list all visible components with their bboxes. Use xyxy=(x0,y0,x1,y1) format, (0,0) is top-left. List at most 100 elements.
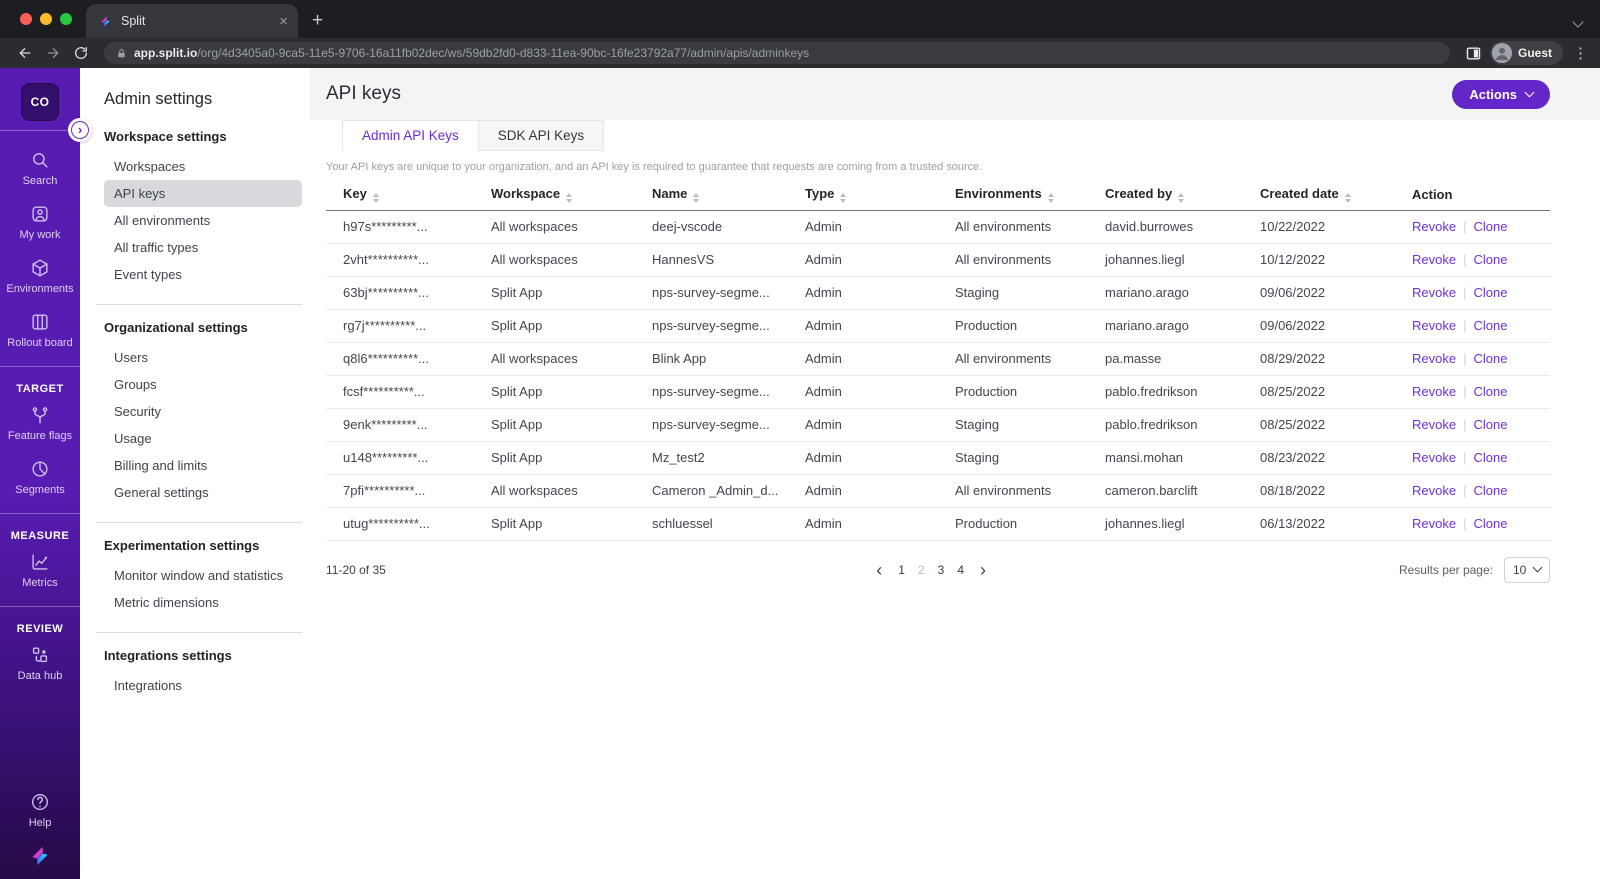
table-row: u148*********... Split App Mz_test2 Admin St… xyxy=(326,441,1550,475)
revoke-link[interactable]: Revoke xyxy=(1412,483,1456,498)
admin-nav-security[interactable]: Security xyxy=(104,398,302,425)
revoke-link[interactable]: Revoke xyxy=(1412,516,1456,531)
admin-nav-integrations[interactable]: Integrations xyxy=(104,672,302,699)
sidebar-item-data-hub[interactable]: Data hub xyxy=(0,636,80,690)
page-2[interactable]: 2 xyxy=(918,563,925,577)
clone-link[interactable]: Clone xyxy=(1473,384,1507,399)
admin-nav-all-environments[interactable]: All environments xyxy=(104,207,302,234)
cell-name: Blink App xyxy=(635,342,788,376)
revoke-link[interactable]: Revoke xyxy=(1412,351,1456,366)
admin-nav-usage[interactable]: Usage xyxy=(104,425,302,452)
new-tab-button[interactable]: + xyxy=(312,10,323,32)
sidebar-item-feature-flags[interactable]: Feature flags xyxy=(0,396,80,450)
clone-link[interactable]: Clone xyxy=(1473,285,1507,300)
revoke-link[interactable]: Revoke xyxy=(1412,252,1456,267)
revoke-link[interactable]: Revoke xyxy=(1412,417,1456,432)
column-header-created-by[interactable]: Created by xyxy=(1088,179,1243,211)
page-3[interactable]: 3 xyxy=(938,563,945,577)
cell-environments: All environments xyxy=(938,474,1088,508)
clone-link[interactable]: Clone xyxy=(1473,516,1507,531)
actions-button[interactable]: Actions xyxy=(1452,79,1550,109)
next-page-button[interactable]: › xyxy=(978,561,988,579)
sidebar-expand-button[interactable]: › xyxy=(68,118,92,142)
column-header-type[interactable]: Type xyxy=(788,179,938,211)
cell-key: 63bj**********... xyxy=(326,276,474,310)
admin-nav-api-keys[interactable]: API keys xyxy=(104,180,302,207)
column-header-environments[interactable]: Environments xyxy=(938,179,1088,211)
table-row: rg7j**********... Split App nps-survey-seg… xyxy=(326,309,1550,343)
browser-profile-chip[interactable]: Guest xyxy=(1489,41,1563,65)
window-close-button[interactable] xyxy=(20,13,32,25)
admin-nav-event-types[interactable]: Event types xyxy=(104,261,302,288)
cell-type: Admin xyxy=(788,342,938,376)
sidebar-item-help[interactable]: Help xyxy=(29,785,51,835)
cell-created-date: 08/25/2022 xyxy=(1243,408,1395,442)
cell-workspace: Split App xyxy=(474,375,635,409)
sidebar-item-environments[interactable]: Environments xyxy=(0,249,80,303)
revoke-link[interactable]: Revoke xyxy=(1412,450,1456,465)
admin-nav-general-settings[interactable]: General settings xyxy=(104,479,302,506)
window-zoom-button[interactable] xyxy=(60,13,72,25)
browser-menu-icon[interactable]: ⋮ xyxy=(1573,46,1588,61)
workspace-badge[interactable]: CO xyxy=(21,83,59,121)
table-row: fcsf**********... Split App nps-survey-seg… xyxy=(326,375,1550,409)
column-header-workspace[interactable]: Workspace xyxy=(474,179,635,211)
cell-created-date: 09/06/2022 xyxy=(1243,276,1395,310)
revoke-link[interactable]: Revoke xyxy=(1412,219,1456,234)
revoke-link[interactable]: Revoke xyxy=(1412,318,1456,333)
back-button[interactable] xyxy=(12,41,38,65)
admin-nav-workspaces[interactable]: Workspaces xyxy=(104,153,302,180)
sidebar-item-segments[interactable]: Segments xyxy=(0,450,80,504)
admin-nav-metric-dimensions[interactable]: Metric dimensions xyxy=(104,589,302,616)
forward-button[interactable] xyxy=(40,41,66,65)
clone-link[interactable]: Clone xyxy=(1473,417,1507,432)
admin-nav-all-traffic-types[interactable]: All traffic types xyxy=(104,234,302,261)
table-row: 2vht**********... All workspaces HannesVS A… xyxy=(326,243,1550,277)
sidebar-item-my-work[interactable]: My work xyxy=(0,195,80,249)
column-header-created-date[interactable]: Created date xyxy=(1243,179,1395,211)
tab-admin-api-keys[interactable]: Admin API Keys xyxy=(342,120,479,151)
window-minimize-button[interactable] xyxy=(40,13,52,25)
sidebar-item-search[interactable]: Search xyxy=(0,141,80,195)
column-header-name[interactable]: Name xyxy=(635,179,788,211)
sidebar-item-rollout-board[interactable]: Rollout board xyxy=(0,303,80,357)
clone-link[interactable]: Clone xyxy=(1473,450,1507,465)
action-separator: | xyxy=(1463,483,1467,498)
split-logo-icon xyxy=(27,843,53,869)
clone-link[interactable]: Clone xyxy=(1473,318,1507,333)
pagination-bar: 11-20 of 35 ‹ 1234 › Results per page: 1… xyxy=(326,555,1550,585)
cell-environments: All environments xyxy=(938,243,1088,277)
clone-link[interactable]: Clone xyxy=(1473,219,1507,234)
my-work-icon xyxy=(29,203,51,225)
address-bar[interactable]: app.split.io/org/4d3405a0-9ca5-11e5-9706… xyxy=(104,42,1450,64)
cell-workspace: All workspaces xyxy=(474,342,635,376)
previous-page-button[interactable]: ‹ xyxy=(874,561,884,579)
admin-nav-groups[interactable]: Groups xyxy=(104,371,302,398)
admin-nav-billing-and-limits[interactable]: Billing and limits xyxy=(104,452,302,479)
revoke-link[interactable]: Revoke xyxy=(1412,285,1456,300)
environments-icon xyxy=(29,257,51,279)
results-per-page-select[interactable]: 10 xyxy=(1504,556,1550,583)
admin-nav-monitor-window-and-statistics[interactable]: Monitor window and statistics xyxy=(104,562,302,589)
sidebar-section-target: TARGET xyxy=(16,383,64,395)
tab-close-icon[interactable]: × xyxy=(279,14,288,29)
admin-nav-users[interactable]: Users xyxy=(104,344,302,371)
url-path: /org/4d3405a0-9ca5-11e5-9706-16a11fb02de… xyxy=(197,46,810,60)
reload-button[interactable] xyxy=(68,41,94,65)
clone-link[interactable]: Clone xyxy=(1473,483,1507,498)
chevron-down-icon[interactable] xyxy=(1572,16,1584,28)
browser-tab[interactable]: Split × xyxy=(86,4,298,38)
page-4[interactable]: 4 xyxy=(957,563,964,577)
column-header-key[interactable]: Key xyxy=(326,179,474,211)
page-1[interactable]: 1 xyxy=(898,563,905,577)
clone-link[interactable]: Clone xyxy=(1473,351,1507,366)
clone-link[interactable]: Clone xyxy=(1473,252,1507,267)
side-panel-icon[interactable] xyxy=(1460,41,1488,65)
tab-strip: Split × + xyxy=(0,0,1600,38)
column-header-label: Action xyxy=(1412,186,1453,202)
sidebar-item-metrics[interactable]: Metrics xyxy=(0,543,80,597)
cell-action: Revoke | Clone xyxy=(1395,408,1550,442)
sidebar-item-label: Environments xyxy=(6,283,74,295)
tab-sdk-api-keys[interactable]: SDK API Keys xyxy=(478,120,605,151)
revoke-link[interactable]: Revoke xyxy=(1412,384,1456,399)
